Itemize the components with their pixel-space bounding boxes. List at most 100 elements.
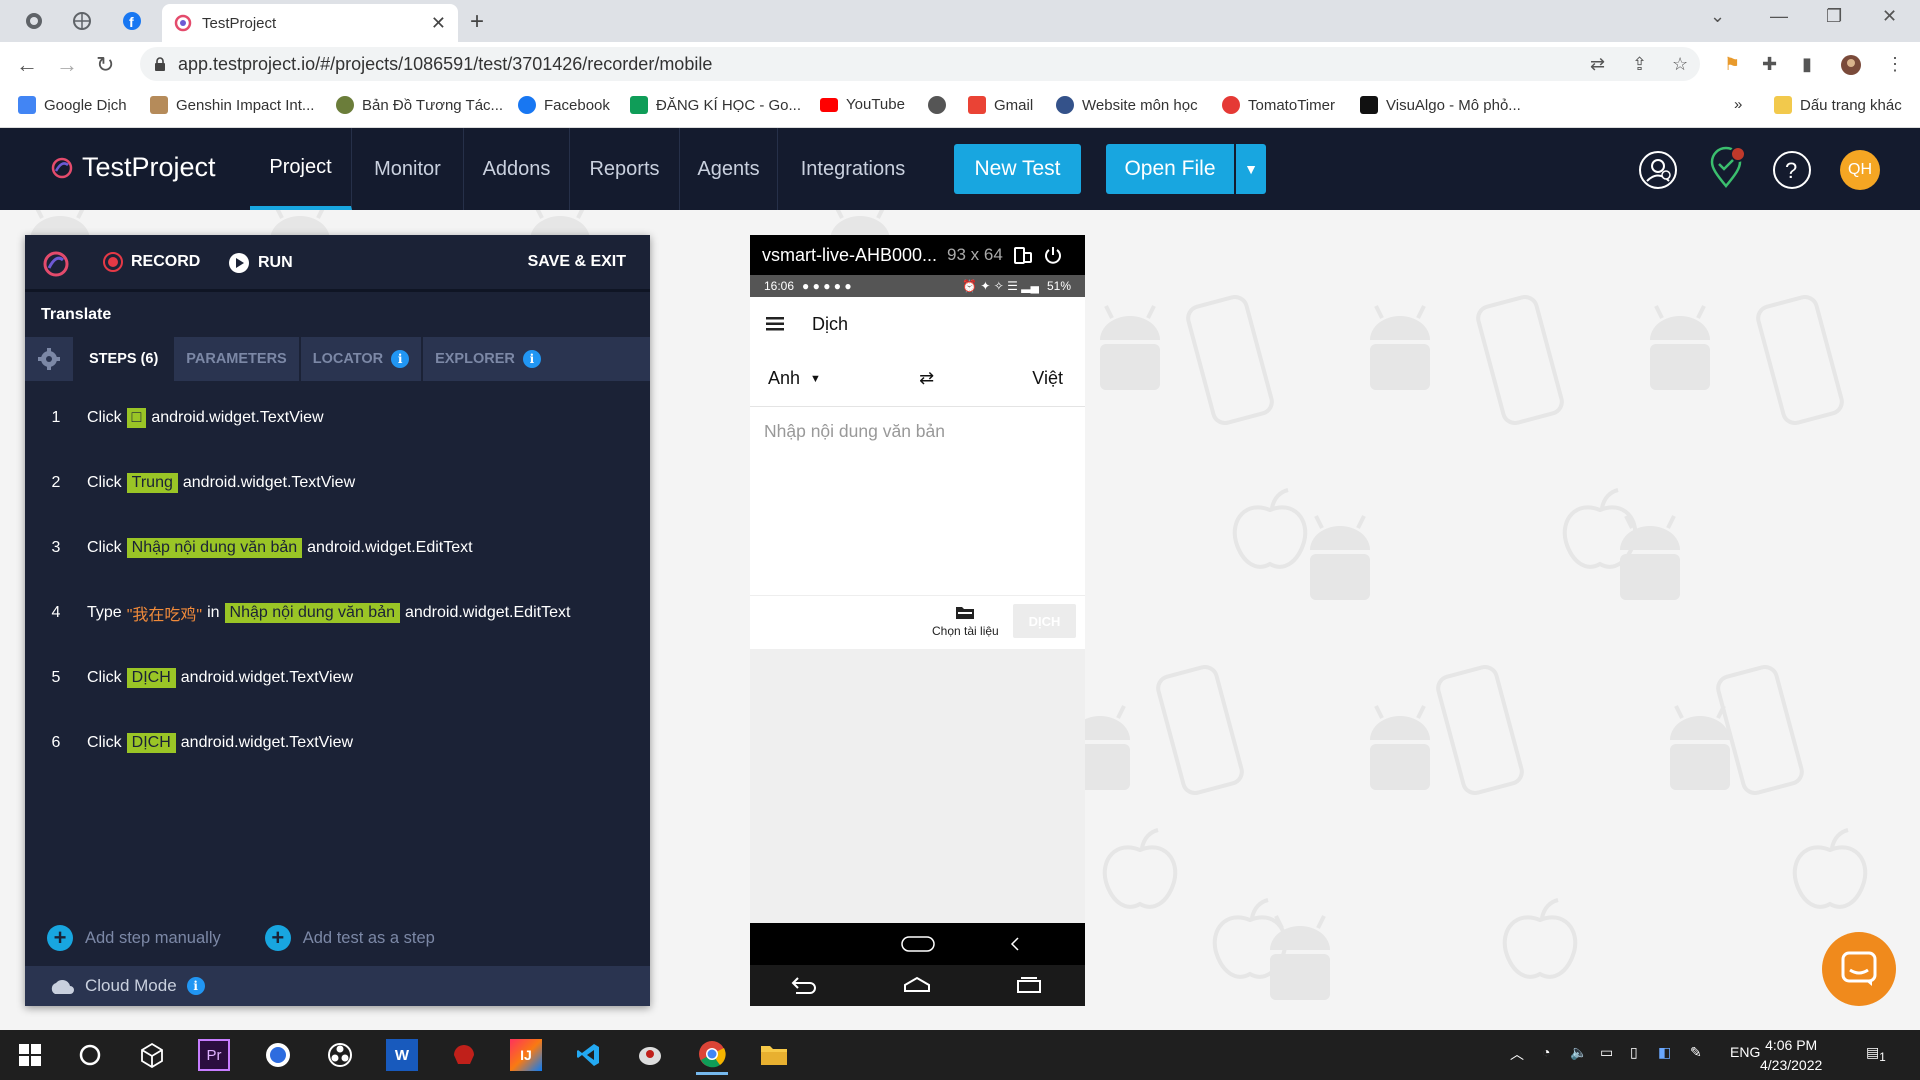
step-row[interactable]: 4 Type "我在吃鸡" in Nhập nội dung văn bản a… [25,580,650,645]
nav-reports[interactable]: Reports [570,128,680,210]
step-row[interactable]: 6 Click DỊCH android.widget.TextView [25,710,650,775]
tab-explorer[interactable]: EXPLORER i [423,337,553,381]
bookmark-genshin[interactable]: Genshin Impact Int... [150,96,314,114]
add-test-plus-icon[interactable]: + [264,925,291,951]
battery-icon[interactable]: ▭ [1600,1044,1613,1061]
account-button[interactable] [1638,150,1678,190]
puzzle-icon[interactable]: ✚ [1762,54,1777,75]
bookmark-other[interactable]: Dấu trang khác [1774,96,1902,114]
info-icon[interactable]: i [391,350,410,368]
bookmark-globe[interactable] [928,96,946,114]
bookmark-google-dich[interactable]: Google Dịch [18,96,127,114]
add-step-manually-link[interactable]: Add step manually [85,929,221,948]
record-button[interactable]: RECORD [103,252,200,272]
close-icon[interactable]: ✕ [431,13,446,34]
nav-project[interactable]: Project [250,128,352,210]
translate-icon[interactable]: ⇄ [1590,54,1605,75]
swap-languages-icon[interactable]: ⇄ [919,368,934,389]
bookmarks-overflow[interactable]: » [1734,96,1742,113]
back-icon[interactable] [788,975,816,995]
hamburger-menu-icon[interactable] [766,317,784,331]
share-icon[interactable]: ⇪ [1632,54,1647,75]
tab-search-icon[interactable]: ⌄ [1710,6,1725,27]
target-language[interactable]: Việt [1032,368,1063,389]
pinned-tab-1[interactable] [18,8,50,34]
app-fox-icon[interactable] [634,1039,666,1071]
rotate-icon[interactable] [1013,245,1033,265]
network-icon[interactable]: ◔ [1542,1044,1550,1060]
omnibox[interactable]: app.testproject.io/#/projects/1086591/te… [140,47,1700,81]
show-hidden-icons[interactable]: ︿ [1510,1044,1524,1064]
windows-start-icon[interactable] [14,1039,46,1071]
reload-icon[interactable]: ↻ [96,52,114,78]
forward-icon[interactable]: → [56,52,78,78]
nav-addons[interactable]: Addons [464,128,570,210]
obs-icon[interactable] [324,1039,356,1071]
add-test-as-step-link[interactable]: Add test as a step [303,929,435,948]
recents-icon[interactable] [1014,975,1044,995]
word-icon[interactable]: W [386,1039,418,1071]
premiere-icon[interactable]: Pr [198,1039,230,1071]
tab-steps[interactable]: STEPS (6) [75,337,175,381]
new-test-button[interactable]: New Test [954,144,1081,194]
bookmark-gmail[interactable]: Gmail [968,96,1033,114]
tab-parameters[interactable]: PARAMETERS [174,337,301,381]
power-icon[interactable] [1043,245,1063,265]
info-icon[interactable]: i [186,977,205,995]
user-avatar[interactable]: QH [1840,150,1880,190]
run-button[interactable]: RUN [228,252,293,274]
nav-agents[interactable]: Agents [680,128,778,210]
garena-icon[interactable] [448,1039,480,1071]
settings-tab[interactable] [25,337,75,381]
add-step-plus-icon[interactable]: + [47,925,73,951]
profile-icon[interactable] [1840,54,1862,76]
bookmark-ban-do[interactable]: Bản Đồ Tương Tác... [336,96,503,114]
bookmark-dang-ki-hoc[interactable]: ĐĂNG KÍ HỌC - Go... [630,96,801,114]
support-chat-button[interactable] [1822,932,1896,1006]
bookmark-visualgo[interactable]: VisuAlgo - Mô phỏ... [1360,96,1521,114]
pinned-tab-facebook[interactable]: f [116,8,148,34]
extension-icon[interactable]: ⚑ [1724,54,1740,75]
step-row[interactable]: 1 Click □ android.widget.TextView [25,385,650,450]
info-icon[interactable]: i [522,350,541,368]
notifications-icon[interactable]: ▤1 [1866,1044,1886,1064]
translate-button[interactable]: DỊCH [1013,604,1076,638]
app-w-icon[interactable] [262,1039,294,1071]
pen-icon[interactable]: ✎ [1690,1044,1702,1061]
pinned-tab-2[interactable] [66,8,98,34]
intellij-icon[interactable]: IJ [510,1039,542,1071]
help-button[interactable]: ? [1772,150,1812,190]
vscode-icon[interactable] [572,1039,604,1071]
close-window-icon[interactable]: ✕ [1882,6,1897,27]
input-language[interactable]: ENG [1730,1044,1760,1060]
text-input-area[interactable]: Nhập nội dung văn bản [750,407,1085,595]
bookmark-tomatotimer[interactable]: TomatoTimer [1222,96,1335,114]
choose-document-button[interactable]: Chọn tài liệu [932,604,999,638]
nav-monitor[interactable]: Monitor [352,128,464,210]
step-row[interactable]: 3 Click Nhập nội dung văn bản android.wi… [25,515,650,580]
bookmark-facebook[interactable]: Facebook [518,96,610,114]
clock[interactable]: 4:06 PM 4/23/2022 [1760,1035,1822,1075]
bookmark-youtube[interactable]: YouTube [820,96,905,113]
step-row[interactable]: 5 Click DỊCH android.widget.TextView [25,645,650,710]
3d-viewer-icon[interactable] [136,1039,168,1071]
step-row[interactable]: 2 Click Trung android.widget.TextView [25,450,650,515]
open-file-dropdown[interactable]: ▼ [1236,144,1266,194]
sidepanel-icon[interactable]: ▮ [1802,54,1812,75]
back-icon[interactable]: ← [16,52,38,78]
volume-icon[interactable]: 🔈 [1570,1044,1587,1061]
menu-icon[interactable]: ⋮ [1886,54,1904,75]
save-exit-button[interactable]: SAVE & EXIT [528,253,626,271]
agent-status-button[interactable] [1706,146,1750,190]
restore-icon[interactable]: ❐ [1826,6,1842,27]
testproject-logo[interactable]: TestProject [50,152,216,183]
usb-icon[interactable]: ▯ [1630,1044,1638,1061]
nav-integrations[interactable]: Integrations [778,128,928,210]
chrome-icon[interactable] [696,1035,728,1075]
star-icon[interactable]: ☆ [1672,54,1688,75]
source-language-dropdown[interactable]: Anh ▼ [768,368,821,389]
open-file-button[interactable]: Open File [1106,144,1234,194]
bookmark-website-mon-hoc[interactable]: Website môn học [1056,96,1198,114]
app-tray-icon[interactable]: ◧ [1658,1044,1671,1061]
tab-locator[interactable]: LOCATOR i [301,337,424,381]
